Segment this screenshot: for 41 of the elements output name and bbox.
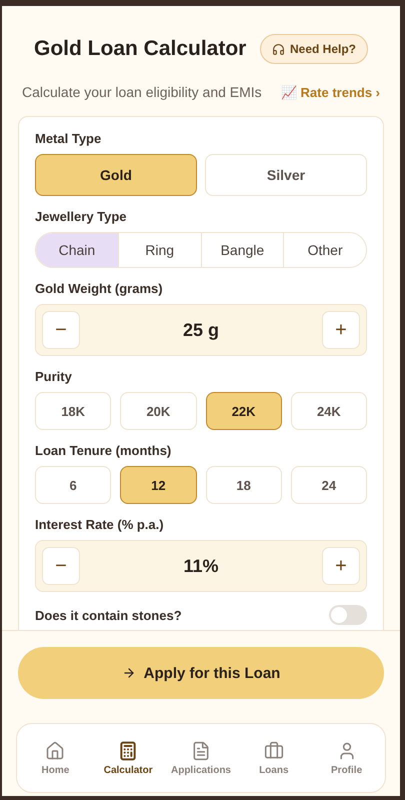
- help-button[interactable]: Need Help?: [260, 34, 368, 64]
- calculator-icon: [118, 740, 138, 760]
- field-label: Metal Type: [35, 131, 102, 146]
- field-label: Does it contain stones?: [35, 608, 182, 622]
- option-button[interactable]: 24K: [290, 392, 367, 430]
- page-title: Gold Loan Calculator: [34, 37, 246, 61]
- field-label: Purity: [35, 369, 73, 384]
- toggle-switch[interactable]: [329, 605, 367, 625]
- rate-trends-link[interactable]: 📈 Rate trends ›: [280, 84, 380, 100]
- field-label: Interest Rate (% p.a.): [35, 517, 165, 532]
- increment-button[interactable]: +: [322, 547, 360, 585]
- stepper-value: 11%: [183, 556, 219, 576]
- option-button[interactable]: Gold: [35, 154, 197, 196]
- nav-tab[interactable]: Home: [19, 740, 92, 776]
- decrement-button[interactable]: −: [42, 311, 80, 349]
- segment-tab[interactable]: Other: [283, 233, 366, 267]
- apply-button[interactable]: Apply for this Loan: [18, 647, 384, 699]
- nav-tab[interactable]: Applications: [164, 740, 238, 776]
- field-label: Gold Weight (grams): [35, 281, 164, 296]
- field-label: Jewellery Type: [35, 209, 128, 224]
- option-button[interactable]: 12: [120, 466, 196, 504]
- option-button[interactable]: 22K: [206, 392, 282, 430]
- nav-tab[interactable]: Profile: [310, 740, 383, 776]
- nav-tab[interactable]: Calculator: [92, 740, 165, 776]
- option-button[interactable]: 18K: [35, 392, 112, 430]
- decrement-button[interactable]: −: [42, 547, 80, 585]
- option-button[interactable]: Silver: [205, 154, 367, 196]
- segment-tab[interactable]: Chain: [36, 233, 118, 267]
- home-icon: [45, 740, 66, 760]
- headset-icon: [272, 42, 285, 56]
- option-button[interactable]: 6: [35, 466, 112, 504]
- stepper-value: 25 g: [182, 320, 220, 340]
- field-label: Loan Tenure (months): [35, 443, 172, 458]
- subtitle: Calculate your loan eligibility and EMIs: [22, 84, 262, 100]
- option-button[interactable]: 18: [206, 466, 282, 504]
- increment-button[interactable]: +: [322, 311, 360, 349]
- option-button[interactable]: 20K: [120, 392, 196, 430]
- briefcase-icon: [264, 740, 284, 760]
- document-icon: [190, 740, 211, 760]
- nav-tab[interactable]: Loans: [237, 740, 310, 776]
- option-button[interactable]: 24: [290, 466, 367, 504]
